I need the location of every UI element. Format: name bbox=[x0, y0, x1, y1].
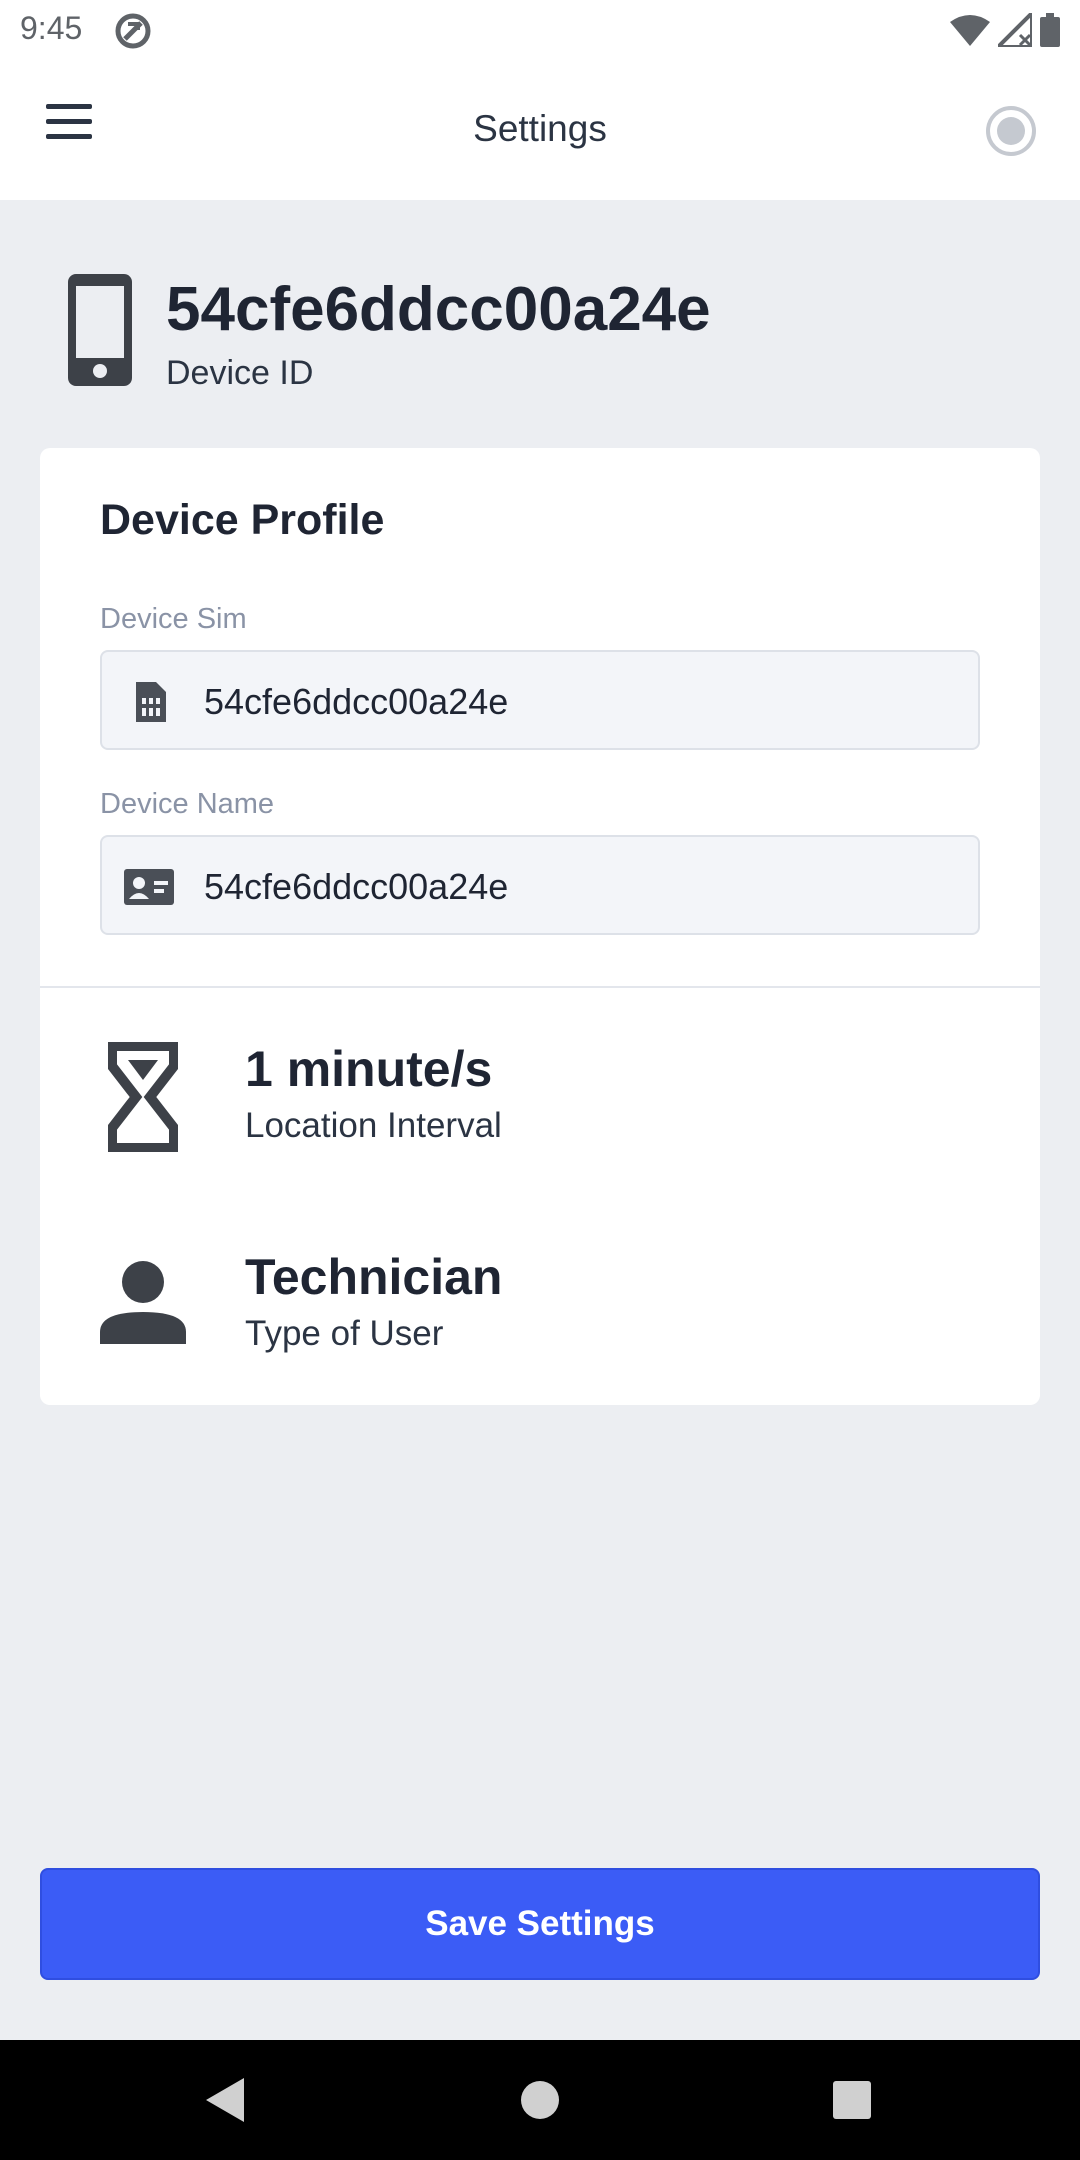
hourglass-icon bbox=[108, 1042, 178, 1152]
system-nav-bar bbox=[0, 2040, 1080, 2160]
back-icon[interactable] bbox=[196, 2070, 256, 2130]
contact-card-icon bbox=[124, 869, 174, 905]
radio-status-icon[interactable] bbox=[984, 104, 1038, 158]
device-sim-label: Device Sim bbox=[100, 603, 247, 635]
save-settings-button[interactable]: Save Settings bbox=[40, 1868, 1040, 1980]
location-interval-label: Location Interval bbox=[245, 1106, 502, 1145]
device-sim-value: 54cfe6ddcc00a24e bbox=[204, 681, 509, 722]
status-icons bbox=[950, 10, 1060, 50]
status-bar: 9:45 bbox=[0, 0, 1080, 60]
sim-card-icon bbox=[136, 682, 166, 722]
user-type-value: Technician bbox=[245, 1249, 503, 1305]
smartphone-icon bbox=[68, 274, 132, 386]
app-bar: Settings bbox=[0, 60, 1080, 200]
status-time: 9:45 bbox=[20, 10, 83, 46]
page-title: Settings bbox=[473, 108, 607, 149]
location-interval-row[interactable]: 1 minute/s Location Interval bbox=[100, 1040, 980, 1160]
device-header: 54cfe6ddcc00a24e Device ID bbox=[0, 262, 1080, 412]
recents-icon[interactable] bbox=[822, 2070, 882, 2130]
device-id-value: 54cfe6ddcc00a24e bbox=[166, 275, 711, 344]
person-icon bbox=[100, 1261, 186, 1344]
user-type-label: Type of User bbox=[245, 1314, 444, 1353]
device-name-value: 54cfe6ddcc00a24e bbox=[204, 866, 509, 907]
battery-icon bbox=[1040, 13, 1060, 47]
signal-icon bbox=[998, 13, 1032, 47]
home-icon[interactable] bbox=[510, 2070, 570, 2130]
device-id-label: Device ID bbox=[166, 354, 314, 392]
location-interval-value: 1 minute/s bbox=[245, 1041, 493, 1097]
wifi-icon bbox=[950, 15, 990, 46]
settings-screen: 9:45 Settings 54cfe6ddcc00a24e Device ID… bbox=[0, 0, 1080, 2160]
device-name-label: Device Name bbox=[100, 788, 275, 820]
card-title: Device Profile bbox=[100, 496, 385, 544]
device-sim-field[interactable]: 54cfe6ddcc00a24e bbox=[100, 650, 980, 750]
device-name-field[interactable]: 54cfe6ddcc00a24e bbox=[100, 835, 980, 935]
user-type-row[interactable]: Technician Type of User bbox=[100, 1248, 980, 1368]
device-profile-card: Device Profile Device Sim 54cfe6ddcc00a2… bbox=[40, 448, 1040, 1405]
app-notification-icon bbox=[115, 13, 151, 49]
card-divider bbox=[40, 986, 1040, 988]
